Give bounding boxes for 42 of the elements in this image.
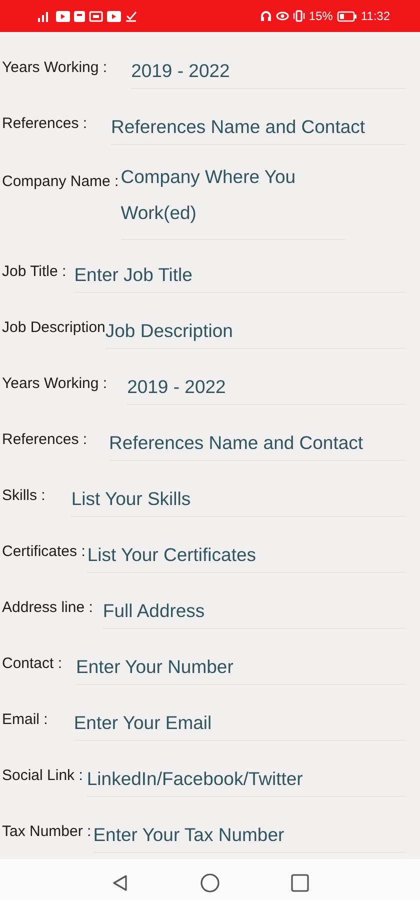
field-label: Email : [1, 710, 48, 728]
field-label: Certificates : [1, 542, 86, 560]
recent-apps-icon[interactable] [290, 873, 310, 893]
input-field[interactable]: LinkedIn/Facebook/Twitter [86, 764, 406, 796]
vibrate-icon [292, 10, 305, 22]
field-label: Skills : [1, 486, 46, 504]
battery-icon [336, 10, 357, 22]
field-label: Years Working : [1, 374, 108, 392]
app-icon [74, 10, 85, 22]
clock: 11:32 [360, 9, 390, 23]
field-label: Company Name : [1, 173, 119, 190]
field-label: Job Title : [1, 262, 66, 280]
field-label: References : [1, 114, 88, 132]
input-field[interactable]: Enter Job Title [74, 260, 406, 292]
input-field[interactable]: 2019 - 2022 [131, 56, 406, 88]
download-icon [125, 10, 137, 22]
home-icon[interactable] [200, 873, 220, 893]
input-field[interactable]: Enter Your Tax Number [93, 820, 406, 852]
field-label: Social Link : [1, 766, 83, 784]
input-field[interactable]: References Name and Contact [111, 112, 406, 144]
input-field[interactable]: References Name and Contact [109, 428, 406, 460]
field-label: Years Working : [1, 58, 108, 76]
field-label: Contact : [1, 654, 62, 672]
image-icon [89, 10, 103, 22]
input-field[interactable]: Enter Your Email [74, 708, 406, 740]
input-field[interactable]: Job Description [105, 316, 406, 348]
field-label: References : [1, 430, 88, 448]
headset-icon [260, 10, 272, 22]
input-field[interactable]: Full Address [102, 596, 406, 628]
input-field[interactable]: 2019 - 2022 [127, 372, 406, 404]
play-icon [56, 10, 70, 22]
field-label: Tax Number : [1, 822, 92, 840]
field-label: Job Description [1, 318, 106, 336]
play-icon [107, 10, 121, 22]
input-field[interactable]: Enter Your Number [76, 652, 406, 684]
input-field[interactable]: Company Where You Work(ed) [120, 159, 346, 240]
battery-percent: 15% [308, 9, 333, 23]
input-field[interactable]: List Your Certificates [87, 540, 406, 572]
eye-icon [276, 10, 289, 22]
input-field[interactable]: List Your Skills [71, 484, 406, 516]
field-label: Address line : [1, 598, 93, 616]
back-icon[interactable] [110, 873, 130, 893]
